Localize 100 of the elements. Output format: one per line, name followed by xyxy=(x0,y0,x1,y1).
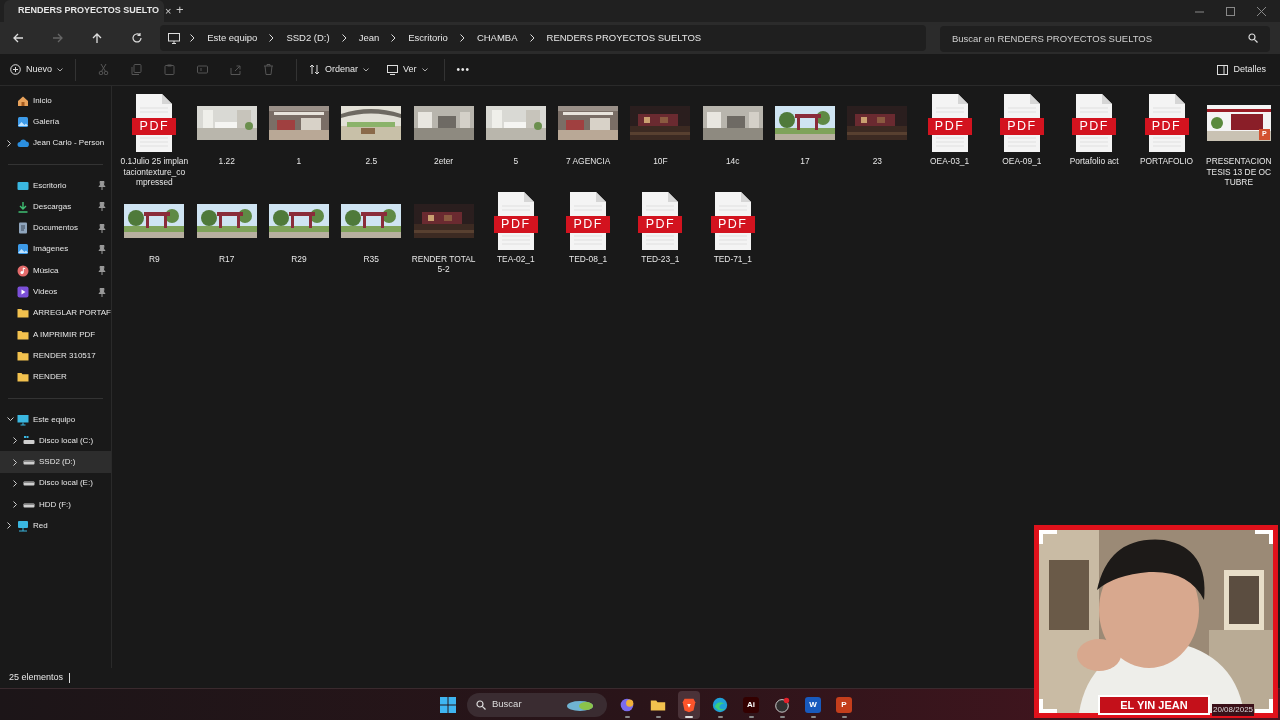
chevron-icon[interactable] xyxy=(7,522,13,530)
breadcrumb-item[interactable]: Jean xyxy=(356,30,382,46)
file-name[interactable]: R9 xyxy=(120,253,189,264)
taskbar-app-button[interactable]: Ai xyxy=(740,690,762,719)
frame-corner xyxy=(1255,699,1273,713)
nav-item[interactable]: SSD2 (D:) xyxy=(0,451,111,473)
chevron-icon[interactable] xyxy=(13,437,19,445)
breadcrumb-item[interactable]: SSD2 (D:) xyxy=(284,30,332,46)
file-name[interactable]: OEA-09_1 xyxy=(987,156,1056,167)
file-name[interactable]: TEA-02_1 xyxy=(481,253,550,264)
picture-icon xyxy=(17,243,29,256)
tab-title: RENDERS PROYECTOS SUELTO xyxy=(18,4,160,18)
nav-item[interactable]: ARREGLAR PORTAF xyxy=(0,302,111,324)
up-arrow-icon[interactable] xyxy=(91,32,103,44)
view-button[interactable]: Ver xyxy=(387,58,445,81)
file-name[interactable]: PORTAFOLIO xyxy=(1132,156,1201,167)
chevron-icon[interactable] xyxy=(13,501,19,509)
nav-item[interactable]: Escritorio xyxy=(0,174,111,197)
nav-item[interactable]: RENDER 310517 xyxy=(0,345,111,367)
nav-item[interactable]: Galería xyxy=(0,111,111,133)
file-name[interactable]: OEA-03_1 xyxy=(915,156,984,167)
chevron-icon xyxy=(190,34,196,42)
file-name[interactable]: 10F xyxy=(626,156,695,167)
file-name[interactable]: R17 xyxy=(192,253,261,264)
breadcrumb-item[interactable]: RENDERS PROYECTOS SUELTOS xyxy=(544,30,704,46)
item-count: 25 elementos xyxy=(9,671,64,685)
nav-item[interactable]: Videos xyxy=(0,281,111,303)
breadcrumb-item[interactable]: CHAMBA xyxy=(474,30,520,46)
file-name[interactable]: 0.1Julio 25 implantaciontexture_compressed xyxy=(120,156,189,188)
download-icon xyxy=(17,200,29,213)
maximize-icon[interactable] xyxy=(1226,7,1235,16)
windows-start-icon[interactable] xyxy=(438,694,458,715)
file-name[interactable]: RENDER TOTAL 5-2 xyxy=(409,253,478,275)
file-name[interactable]: 23 xyxy=(843,156,912,167)
details-pane-icon xyxy=(1217,64,1229,75)
file-name[interactable]: R29 xyxy=(264,253,333,264)
picture-icon xyxy=(17,115,29,128)
nav-item[interactable]: RENDER xyxy=(0,366,111,388)
new-tab-button[interactable]: + xyxy=(176,0,184,19)
cloud-icon xyxy=(17,137,29,150)
taskbar-search-field[interactable]: Buscar xyxy=(467,692,607,717)
nav-item[interactable]: Este equipo xyxy=(0,408,111,431)
refresh-icon[interactable] xyxy=(130,32,143,44)
details-button[interactable]: Detalles xyxy=(1217,62,1266,77)
breadcrumb-item[interactable]: Este equipo xyxy=(205,30,260,46)
search-field[interactable]: Buscar en RENDERS PROYECTOS SUELTOS xyxy=(940,25,1270,52)
nav-item[interactable]: Disco local (C:) xyxy=(0,430,111,452)
nav-item[interactable]: Red xyxy=(0,515,111,537)
breadcrumb-item[interactable]: Escritorio xyxy=(406,30,450,46)
file-name[interactable]: 2eter xyxy=(409,156,478,167)
taskbar-app-button[interactable]: P xyxy=(833,690,855,719)
webcam-caption: EL YIN JEAN xyxy=(1098,695,1210,715)
chevron-icon xyxy=(391,34,397,42)
nav-item[interactable]: Imágenes xyxy=(0,238,111,261)
chevron-icon[interactable] xyxy=(13,479,19,487)
close-icon[interactable] xyxy=(1257,7,1266,16)
file-name[interactable]: 14c xyxy=(698,156,767,167)
nav-item[interactable]: Inicio xyxy=(0,90,111,112)
file-name[interactable]: 2.5 xyxy=(337,156,406,167)
network-icon xyxy=(17,520,29,532)
file-name[interactable]: 1 xyxy=(264,156,333,167)
folder-icon xyxy=(17,349,29,362)
new-button[interactable]: Nuevo xyxy=(10,58,76,81)
plus-circle-icon xyxy=(10,64,21,75)
frame-corner xyxy=(1039,699,1057,713)
chevron-icon[interactable] xyxy=(7,417,13,422)
nav-item[interactable]: Disco local (E:) xyxy=(0,472,111,495)
chevron-icon xyxy=(529,34,535,42)
file-name[interactable]: Portafolio act xyxy=(1060,156,1129,167)
forward-arrow-icon[interactable] xyxy=(51,32,64,44)
file-name[interactable]: R35 xyxy=(337,253,406,264)
file-name[interactable]: TED-08_1 xyxy=(554,253,623,264)
nav-item[interactable]: Jean Carlo - Person xyxy=(0,132,111,154)
file-name[interactable]: 17 xyxy=(771,156,839,167)
taskbar-app-button[interactable] xyxy=(678,690,700,719)
file-name[interactable]: TED-23_1 xyxy=(626,253,695,264)
file-name[interactable]: TED-71_1 xyxy=(698,253,767,264)
nav-item[interactable]: HDD (F:) xyxy=(0,494,111,516)
chevron-icon[interactable] xyxy=(7,139,13,147)
clipboard-icon[interactable] xyxy=(164,64,175,75)
sort-button[interactable]: Ordenar xyxy=(309,62,370,77)
nav-item[interactable]: A IMPRIMIR PDF xyxy=(0,323,111,346)
document-icon xyxy=(17,222,29,235)
nav-item[interactable]: Documentos xyxy=(0,217,111,239)
monitor-icon xyxy=(387,64,399,75)
wave-circle-icon xyxy=(711,695,729,714)
address-bar[interactable]: Este equipo SSD2 (D:) Jean Escritorio CHAMBA RENDERS PROYECTOS SUELTOS xyxy=(160,25,926,51)
more-button[interactable]: ••• xyxy=(456,62,471,77)
close-tab-button[interactable]: × xyxy=(165,2,172,20)
taskbar-app-button[interactable]: W xyxy=(802,690,824,719)
file-name[interactable]: 1.22 xyxy=(192,156,261,167)
chevron-icon[interactable] xyxy=(13,458,19,466)
nav-item[interactable]: Música xyxy=(0,260,111,282)
file-name[interactable]: PRESENTACION TESIS 13 DE OCTUBRE xyxy=(1204,156,1273,188)
file-name[interactable]: 7 AGENCIA xyxy=(554,156,623,167)
back-arrow-icon[interactable] xyxy=(12,32,24,44)
nav-item[interactable]: Descargas xyxy=(0,196,111,218)
frame-corner xyxy=(1039,530,1057,544)
drive-icon xyxy=(23,434,35,447)
file-name[interactable]: 5 xyxy=(481,156,550,167)
